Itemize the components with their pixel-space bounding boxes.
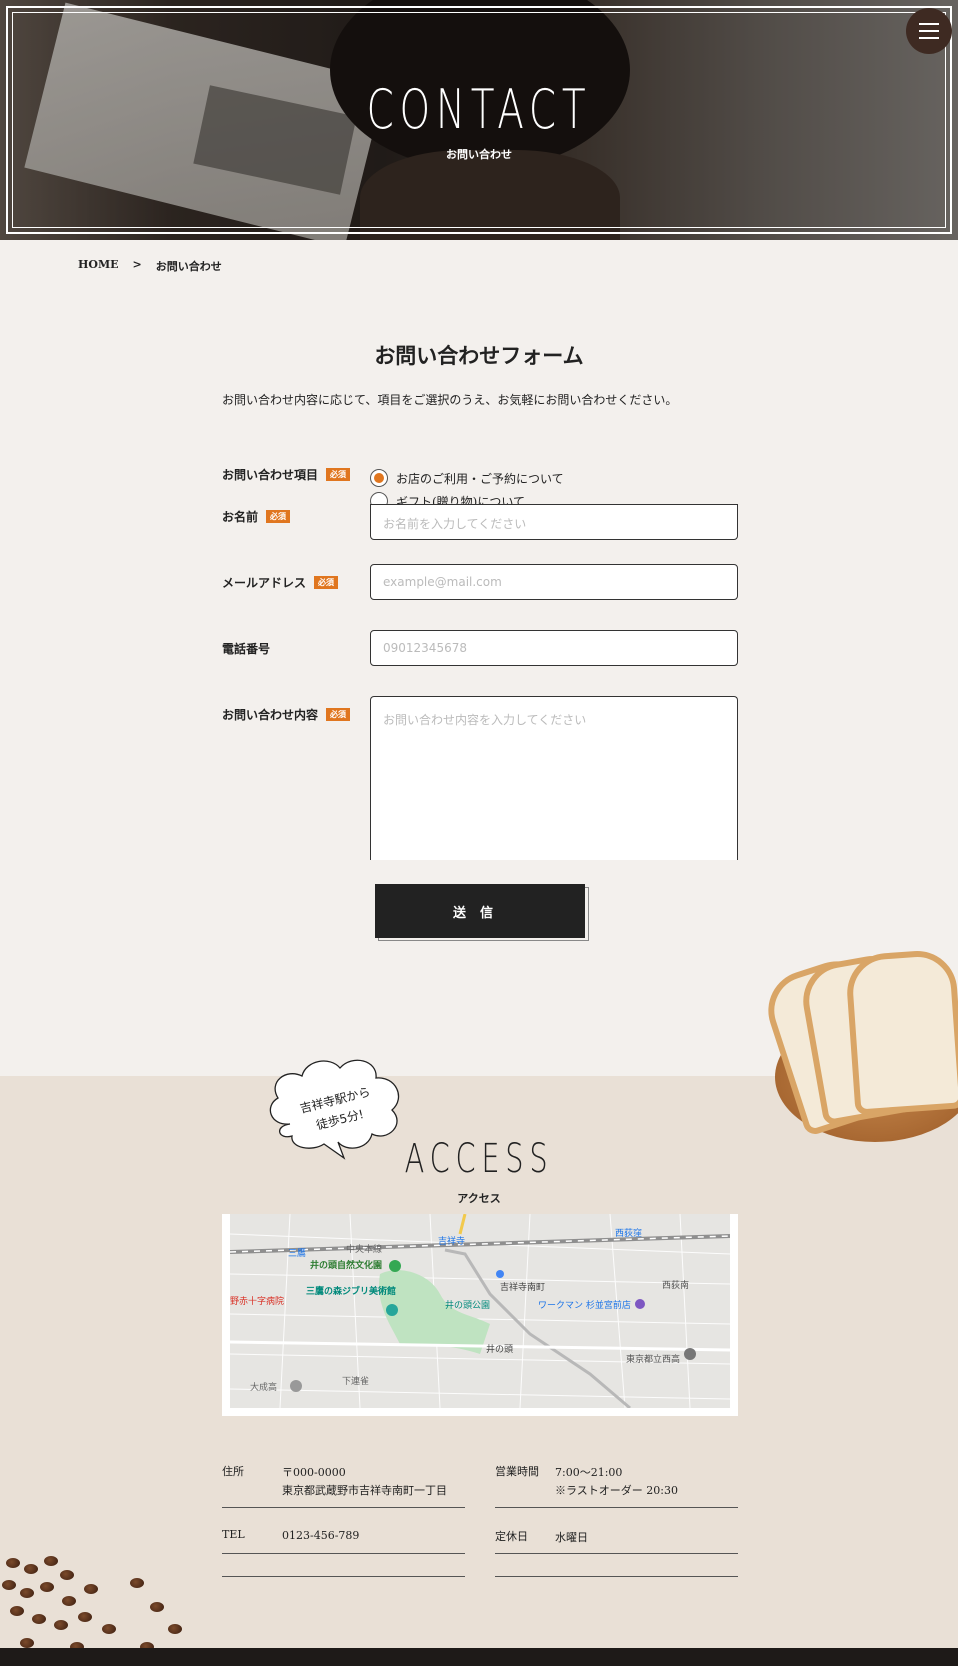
coffee-bean xyxy=(84,1584,98,1594)
divider xyxy=(222,1576,465,1577)
required-badge: 必須 xyxy=(326,708,351,721)
form-title: お問い合わせフォーム xyxy=(374,343,584,368)
closed-label: 定休日 xyxy=(495,1530,528,1543)
hamburger-menu-button[interactable] xyxy=(906,8,952,54)
breadcrumb-separator: > xyxy=(132,258,142,271)
address-label: 住所 xyxy=(222,1465,244,1478)
coffee-bean xyxy=(60,1570,74,1580)
menu-icon xyxy=(919,23,939,25)
tel-label: TEL xyxy=(222,1528,245,1541)
inquiry-option-label: お店のご利用・ご予約について xyxy=(396,471,564,486)
map-label: 東京都立西高 xyxy=(626,1355,681,1365)
email-label: メールアドレス 必須 xyxy=(222,574,339,591)
coffee-bean xyxy=(62,1596,76,1606)
map-label: 井の頭公園 xyxy=(445,1301,491,1311)
name-label-text: お名前 xyxy=(222,510,259,524)
closed-value: 水曜日 xyxy=(555,1531,588,1544)
coffee-bean xyxy=(44,1556,58,1566)
inquiry-option-label: ギフト(贈り物)について xyxy=(396,494,526,505)
radio-dot xyxy=(374,473,384,483)
map-label: 下連雀 xyxy=(342,1377,370,1387)
divider xyxy=(222,1507,465,1508)
map-label: 中央本線 xyxy=(346,1245,383,1255)
menu-icon-bar xyxy=(919,30,939,32)
coffee-bean xyxy=(24,1564,38,1574)
phone-input[interactable]: 09012345678 xyxy=(370,630,738,666)
page-subtitle: お問い合わせ xyxy=(446,148,512,161)
divider xyxy=(495,1553,738,1554)
menu-icon-bar xyxy=(919,37,939,39)
form-lead: お問い合わせ内容に応じて、項目をご選択のうえ、お気軽にお問い合わせください。 xyxy=(222,393,678,407)
inquiry-type-label-text: お問い合わせ項目 xyxy=(222,468,319,482)
map-label: 三鷹の森ジブリ美術館 xyxy=(306,1287,397,1297)
map-label: 野赤十字病院 xyxy=(230,1297,285,1307)
hero-banner: CONTACT お問い合わせ xyxy=(0,0,958,240)
access-subtitle: アクセス xyxy=(457,1192,501,1205)
coffee-bean xyxy=(20,1588,34,1598)
coffee-bean xyxy=(78,1612,92,1622)
phone-label-text: 電話番号 xyxy=(222,642,271,656)
breadcrumb: HOME > お問い合わせ xyxy=(78,258,222,274)
coffee-bean xyxy=(54,1620,68,1630)
map-label: 井の頭自然文化園 xyxy=(310,1261,383,1271)
inquiry-option-gift-clip: ギフト(贈り物)について xyxy=(360,490,760,504)
address-zip: 〒000-0000 xyxy=(282,1466,346,1479)
coffee-bean xyxy=(40,1582,54,1592)
map-label: 井の頭 xyxy=(486,1345,514,1355)
divider xyxy=(495,1576,738,1577)
coffee-bean xyxy=(10,1606,24,1616)
map-label: 三鷹 xyxy=(288,1249,307,1259)
map-label: 大成高 xyxy=(250,1383,278,1393)
message-label-text: お問い合わせ内容 xyxy=(222,708,319,722)
coffee-bean xyxy=(130,1578,144,1588)
coffee-bean xyxy=(20,1638,34,1648)
map-label: 西荻窪 xyxy=(615,1229,643,1239)
inquiry-type-label: お問い合わせ項目 必須 xyxy=(222,466,351,483)
divider xyxy=(222,1553,465,1554)
page-title: CONTACT xyxy=(366,78,592,141)
map-label: 西荻南 xyxy=(662,1281,690,1291)
required-badge: 必須 xyxy=(314,576,339,589)
coffee-bean xyxy=(102,1624,116,1634)
map-graphics xyxy=(230,1214,730,1408)
address-line: 東京都武蔵野市吉祥寺南町一丁目 xyxy=(282,1484,447,1497)
coffee-bean xyxy=(168,1624,182,1634)
map-label: 吉祥寺 xyxy=(438,1237,466,1247)
inquiry-option-gift[interactable]: ギフト(贈り物)について xyxy=(370,492,525,504)
coffee-bean xyxy=(6,1558,20,1568)
bread-slice xyxy=(844,948,958,1116)
coffee-beans-image xyxy=(0,1554,200,1658)
hours-value: 7:00〜21:00 xyxy=(555,1466,623,1479)
breadcrumb-current: お問い合わせ xyxy=(155,260,222,273)
message-textarea[interactable]: お問い合わせ内容を入力してください xyxy=(370,696,738,860)
map-label: ワークマン 杉並宮前店 xyxy=(538,1301,631,1311)
coffee-bean xyxy=(150,1602,164,1612)
message-label: お問い合わせ内容 必須 xyxy=(222,706,351,723)
coffee-bean xyxy=(32,1614,46,1624)
map-label: 吉祥寺南町 xyxy=(500,1283,546,1293)
map-embed[interactable]: 井の頭自然文化園 三鷹の森ジブリ美術館 野赤十字病院 井の頭公園 吉祥寺南町 ワ… xyxy=(222,1214,738,1416)
hours-label: 営業時間 xyxy=(495,1465,539,1478)
name-label: お名前 必須 xyxy=(222,508,291,525)
email-label-text: メールアドレス xyxy=(222,576,307,590)
tel-value: 0123-456-789 xyxy=(282,1529,360,1542)
access-title: ACCESS xyxy=(404,1136,554,1182)
phone-label: 電話番号 xyxy=(222,640,270,657)
name-input[interactable]: お名前を入力してください xyxy=(370,504,738,540)
radio-unselected[interactable] xyxy=(370,492,388,504)
required-badge: 必須 xyxy=(326,468,351,481)
divider xyxy=(495,1507,738,1508)
submit-button[interactable]: 送信 xyxy=(375,884,585,938)
radio-selected[interactable] xyxy=(370,469,388,487)
coffee-bean xyxy=(2,1580,16,1590)
required-badge: 必須 xyxy=(266,510,291,523)
inquiry-option-reservation[interactable]: お店のご利用・ご予約について xyxy=(370,469,564,487)
email-input[interactable]: example@mail.com xyxy=(370,564,738,600)
footer-bar xyxy=(0,1648,958,1666)
breadcrumb-home[interactable]: HOME xyxy=(78,258,119,274)
map-canvas[interactable]: 井の頭自然文化園 三鷹の森ジブリ美術館 野赤十字病院 井の頭公園 吉祥寺南町 ワ… xyxy=(230,1214,730,1408)
hours-note: ※ラストオーダー 20:30 xyxy=(555,1484,678,1497)
submit-button-wrap: 送信 xyxy=(375,884,589,941)
